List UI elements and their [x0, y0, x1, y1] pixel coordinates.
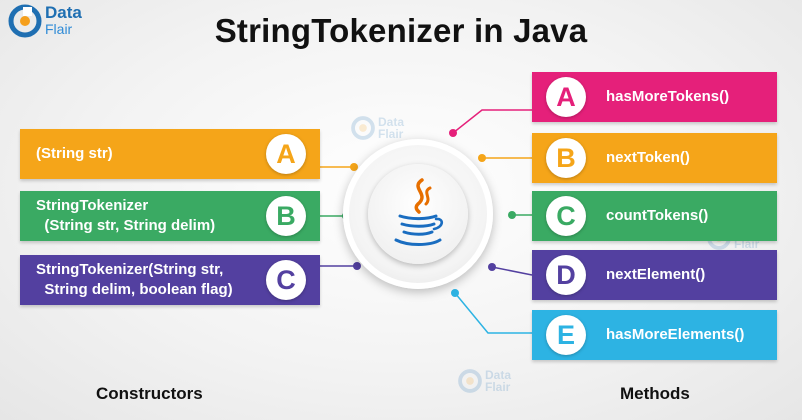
constructor-b-badge: B	[266, 196, 306, 236]
method-c-bar: C countTokens()	[532, 191, 777, 241]
watermark-top: Data Flair	[350, 115, 404, 141]
method-a-bar: A hasMoreTokens()	[532, 72, 777, 122]
method-b-badge: B	[546, 138, 586, 178]
connector-method-e	[454, 292, 532, 334]
connector-dot-method-a	[449, 129, 457, 137]
center-hub	[343, 139, 493, 289]
method-d-text: nextElement()	[606, 266, 706, 283]
constructor-c-badge: C	[266, 260, 306, 300]
connector-dot-method-e	[451, 289, 459, 297]
method-a-badge: A	[546, 77, 586, 117]
constructors-label: Constructors	[96, 384, 203, 403]
watermark-logo-icon	[458, 369, 482, 393]
connector-method-d	[491, 266, 533, 276]
watermark-bottom: Data Flair	[457, 368, 511, 394]
method-e-badge: E	[546, 315, 586, 355]
watermark-logo-icon	[351, 116, 375, 140]
connector-method-a	[452, 109, 532, 134]
method-e-bar: E hasMoreElements()	[532, 310, 777, 360]
method-b-bar: B nextToken()	[532, 133, 777, 183]
constructor-b-bar: StringTokenizer (String str, String deli…	[20, 191, 320, 241]
connector-dot-method-c	[508, 211, 516, 219]
method-d-bar: D nextElement()	[532, 250, 777, 300]
method-c-badge: C	[546, 196, 586, 236]
java-cup-icon	[394, 178, 444, 246]
constructor-a-bar: (String str) A	[20, 129, 320, 179]
constructor-b-text: StringTokenizer (String str, String deli…	[36, 197, 216, 234]
method-c-text: countTokens()	[606, 207, 709, 224]
constructor-c-text: StringTokenizer(String str, String delim…	[36, 261, 233, 298]
watermark-line2: Flair	[378, 127, 404, 141]
connector-dot-method-d	[488, 263, 496, 271]
constructor-a-badge: A	[266, 134, 306, 174]
method-a-text: hasMoreTokens()	[606, 88, 730, 105]
methods-label: Methods	[620, 384, 690, 403]
method-d-badge: D	[546, 255, 586, 295]
watermark-line2: Flair	[485, 380, 511, 394]
connector-dot-constructor-c	[353, 262, 361, 270]
connector-dot-method-b	[478, 154, 486, 162]
method-b-text: nextToken()	[606, 149, 690, 166]
constructor-c-bar: StringTokenizer(String str, String delim…	[20, 255, 320, 305]
constructor-a-text: (String str)	[36, 145, 113, 162]
method-e-text: hasMoreElements()	[606, 326, 745, 343]
center-hub-inner	[368, 164, 468, 264]
